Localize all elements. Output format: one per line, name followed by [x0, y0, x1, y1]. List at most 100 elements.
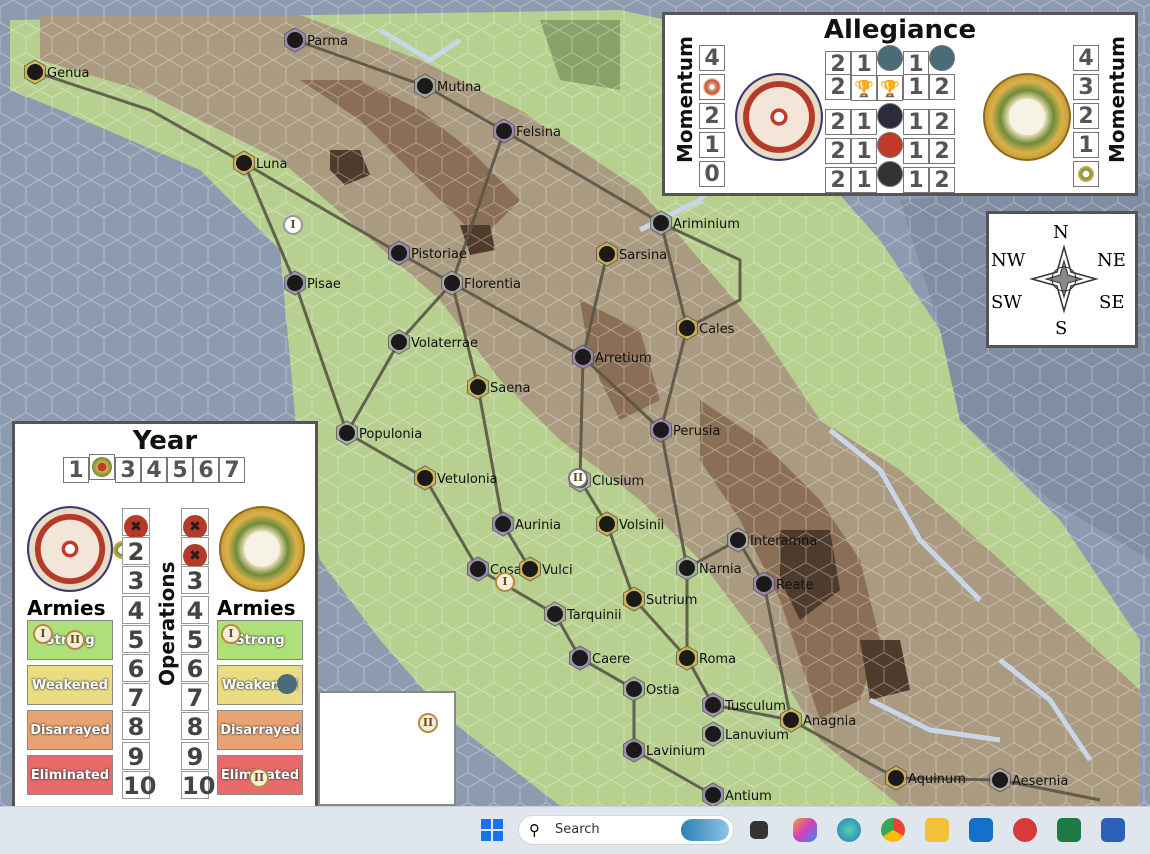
- momentum-box: 0: [699, 161, 725, 187]
- excel-icon[interactable]: [1057, 818, 1081, 842]
- search-highlight-icon: [681, 819, 729, 841]
- shield-icon: [929, 45, 955, 71]
- app-icon[interactable]: [1013, 818, 1037, 842]
- city-label: Anagnia: [803, 714, 856, 729]
- operations-box: 4: [122, 595, 150, 625]
- city-label: Tusculum: [724, 699, 786, 714]
- city-icon: [992, 772, 1008, 788]
- army-chit[interactable]: II: [65, 630, 85, 650]
- trophy-icon: 🏆: [851, 75, 877, 101]
- city-icon: [575, 349, 591, 365]
- momentum-marker[interactable]: [699, 74, 725, 100]
- allegiance-row: 211: [825, 45, 965, 77]
- city-icon: [417, 470, 433, 486]
- task-view-icon[interactable]: [750, 821, 768, 839]
- city-label: Antium: [725, 789, 772, 804]
- operations-marker[interactable]: ✖: [122, 508, 150, 539]
- allegiance-row: 2 🏆 🏆 1 2: [825, 74, 965, 103]
- city-label: Parma: [307, 34, 348, 49]
- right-armies-label: Armies: [217, 596, 296, 620]
- city-label: Florentia: [464, 277, 521, 292]
- city-label: Arretium: [595, 351, 652, 366]
- city-icon: [653, 422, 669, 438]
- army-marker[interactable]: [277, 674, 297, 694]
- city-label: Interamna: [750, 534, 817, 549]
- city-label: Cales: [699, 322, 735, 337]
- year-marker[interactable]: [89, 454, 115, 480]
- army-chit[interactable]: II: [249, 768, 269, 788]
- horse-icon: [877, 161, 903, 187]
- army-chit[interactable]: II: [568, 468, 588, 488]
- roman-faction-emblem: [219, 506, 305, 592]
- operations-box: 4: [181, 595, 209, 625]
- year-box: 1: [63, 457, 89, 483]
- city-icon: [572, 650, 588, 666]
- search-icon: ⚲: [529, 821, 540, 839]
- city-icon: [496, 123, 512, 139]
- allegiance-row: 2112: [825, 103, 965, 135]
- city-icon: [599, 246, 615, 262]
- city-icon: [599, 516, 615, 532]
- status-disarrayed-roman: Disarrayed: [217, 710, 303, 750]
- city-icon: [626, 681, 642, 697]
- trophy-icon: 🏆: [877, 75, 903, 101]
- city-icon: [287, 275, 303, 291]
- file-explorer-icon[interactable]: [925, 818, 949, 842]
- city-label: Sutrium: [646, 593, 697, 608]
- city-label: Saena: [490, 381, 530, 396]
- momentum-marker[interactable]: [1073, 161, 1099, 187]
- allegiance-cell: 1: [851, 167, 877, 193]
- operations-marker[interactable]: ✖: [181, 508, 209, 539]
- search-box[interactable]: ⚲ Search: [518, 815, 734, 845]
- city-label: Lanuvium: [725, 728, 789, 743]
- momentum-box: 2: [699, 103, 725, 129]
- army-chit[interactable]: I: [221, 624, 241, 644]
- city-icon: [495, 516, 511, 532]
- city-icon: [679, 560, 695, 576]
- compass-nw: NW: [991, 250, 1026, 271]
- city-icon: [236, 155, 252, 171]
- allegiance-grid: 211 2 🏆 🏆 1 2 2112 2112 2112: [825, 45, 965, 193]
- operations-box: 7: [181, 683, 209, 712]
- army-chit[interactable]: I: [33, 624, 53, 644]
- city-icon: [470, 379, 486, 395]
- windows-start-icon[interactable]: [481, 819, 503, 841]
- city-icon: [287, 32, 303, 48]
- operations-box: 2: [122, 537, 150, 566]
- left-armies-label: Armies: [27, 596, 106, 620]
- city-icon: [783, 712, 799, 728]
- city-icon: [888, 770, 904, 786]
- momentum-box: 2: [1073, 103, 1099, 129]
- city-icon: [444, 275, 460, 291]
- city-label: Volsinii: [619, 518, 664, 533]
- operations-label: Operations: [155, 561, 179, 686]
- edge-icon[interactable]: [837, 818, 861, 842]
- city-label: Populonia: [359, 427, 422, 442]
- copilot-icon[interactable]: [793, 818, 817, 842]
- city-label: Aesernia: [1012, 774, 1068, 789]
- army-chit[interactable]: I: [495, 572, 515, 592]
- army-chit[interactable]: II: [418, 713, 438, 733]
- operations-box: 10: [181, 770, 216, 800]
- army-chit[interactable]: I: [283, 215, 303, 235]
- city-icon: [705, 697, 721, 713]
- word-icon[interactable]: [1101, 818, 1125, 842]
- city-label: Volaterrae: [411, 336, 478, 351]
- momentum-box: 1: [1073, 132, 1099, 158]
- left-momentum-label: Momentum: [673, 36, 697, 163]
- city-icon: [626, 742, 642, 758]
- x-mark-icon: ✖: [183, 515, 207, 539]
- city-label: Perusia: [673, 424, 720, 439]
- helmet-icon: [877, 103, 903, 129]
- momentum-box: 4: [1073, 45, 1099, 71]
- allegiance-cell: 1: [903, 167, 929, 193]
- city-icon: [417, 78, 433, 94]
- year-panel: Year 134567 Armies Armies Strong Weakene…: [12, 421, 318, 806]
- year-box: 7: [219, 457, 245, 483]
- compass-sw: SW: [991, 292, 1022, 313]
- outlook-icon[interactable]: [969, 818, 993, 842]
- chrome-icon[interactable]: [881, 818, 905, 842]
- operations-marker[interactable]: ✖: [181, 537, 209, 569]
- operations-box: 5: [181, 624, 209, 654]
- city-icon: [679, 320, 695, 336]
